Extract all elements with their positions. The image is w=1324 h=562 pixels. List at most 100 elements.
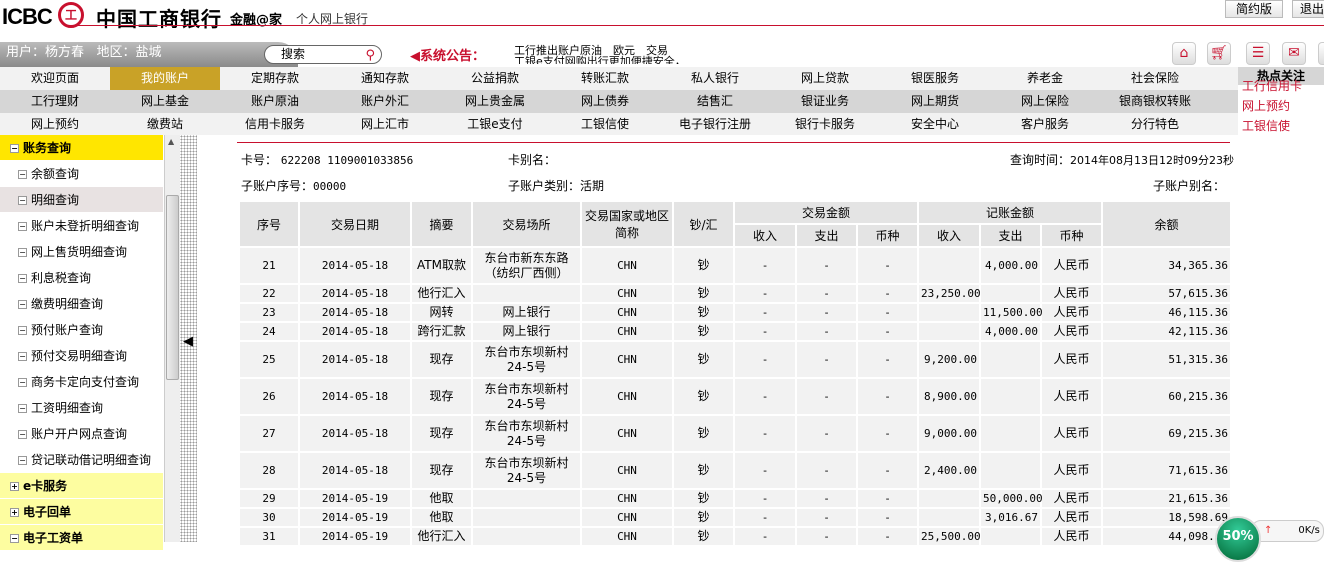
nav-item[interactable]: 安全中心 xyxy=(880,113,990,135)
sidebar-group[interactable]: + e卡服务 xyxy=(0,473,163,499)
cell-book-expense: 3,016.67 xyxy=(979,507,1043,528)
nav-item[interactable]: 银医服务 xyxy=(880,67,990,90)
sidebar-item[interactable]: − 网上售货明细查询 xyxy=(0,239,163,265)
hot-link[interactable]: 网上预约 xyxy=(1238,96,1324,116)
nav-item[interactable]: 缴费站 xyxy=(110,113,220,135)
nav-item[interactable]: 定期存款 xyxy=(220,67,330,90)
nav-item[interactable]: 公益捐款 xyxy=(440,67,550,90)
nav-item[interactable]: 工行理财 xyxy=(0,90,110,113)
nav-item[interactable]: 银行卡服务 xyxy=(770,113,880,135)
sidebar-item[interactable]: − 缴费明细查询 xyxy=(0,291,163,317)
nav-item[interactable]: 社会保险 xyxy=(1100,67,1210,90)
nav-item[interactable]: 私人银行 xyxy=(660,67,770,90)
cell-summary: 现存 xyxy=(410,340,473,379)
nav-item[interactable]: 我的账户 xyxy=(110,67,220,90)
cell-book-income: 23,250.00 xyxy=(917,283,982,304)
nav-item[interactable]: 网上基金 xyxy=(110,90,220,113)
more-icon[interactable]: • xyxy=(1318,42,1324,65)
sidebar-item[interactable]: − 明细查询 xyxy=(0,187,163,213)
nav-item[interactable]: 转账汇款 xyxy=(550,67,660,90)
nav-item[interactable]: 账户原油 xyxy=(220,90,330,113)
nav-item[interactable]: 银商银权转账 xyxy=(1100,90,1210,113)
network-widget[interactable]: ↑ 0K/s 50% xyxy=(1215,516,1324,562)
cell-seq: 31 xyxy=(238,526,300,547)
cell-cash: 钞 xyxy=(672,451,735,490)
sidebar-item[interactable]: − 工资明细查询 xyxy=(0,395,163,421)
sidebar-item-label: 贷记联动借记明细查询 xyxy=(31,453,152,467)
sidebar-item[interactable]: − 预付账户查询 xyxy=(0,317,163,343)
sidebar-group-label: 电子回单 xyxy=(23,505,72,519)
cell-book-income xyxy=(917,507,982,528)
expand-icon[interactable]: + xyxy=(10,508,19,517)
scroll-up-icon[interactable]: ▲ xyxy=(168,137,174,146)
sidebar-group-account-query[interactable]: − 账务查询 xyxy=(0,135,163,161)
nav-item[interactable]: 网上期货 xyxy=(880,90,990,113)
cell-balance: 18,598.69 xyxy=(1101,507,1233,528)
search-icon[interactable]: ⚲ xyxy=(365,47,375,64)
notice-line[interactable]: 工银e支付网购出行更加便捷安全， xyxy=(514,56,714,64)
nav-item[interactable]: 欢迎页面 xyxy=(0,67,110,90)
nav-item[interactable]: 分行特色 xyxy=(1100,113,1210,135)
sidebar-item[interactable]: − 账户开户网点查询 xyxy=(0,421,163,447)
collapse-sidebar-icon[interactable]: ◀ xyxy=(183,334,193,349)
scrollbar-thumb[interactable] xyxy=(166,195,179,380)
nav-item[interactable]: 电子银行注册 xyxy=(660,113,770,135)
cell-date: 2014-05-18 xyxy=(298,451,412,490)
nav-item[interactable]: 银证业务 xyxy=(770,90,880,113)
item-bullet-icon: − xyxy=(18,274,27,283)
sidebar-item[interactable]: − 利息税查询 xyxy=(0,265,163,291)
nav-item[interactable]: 工银信使 xyxy=(550,113,660,135)
download-mail-icon[interactable]: ✉ xyxy=(1282,42,1306,65)
nav-item[interactable]: 客户服务 xyxy=(990,113,1100,135)
cell-txn-income: - xyxy=(733,246,797,285)
cart-icon[interactable]: 🛒︎ xyxy=(1207,42,1231,65)
nav-item[interactable]: 工银e支付 xyxy=(440,113,550,135)
sidebar-item[interactable]: − 余额查询 xyxy=(0,161,163,187)
cell-book-income xyxy=(917,302,982,323)
sidebar-group[interactable]: + 电子回单 xyxy=(0,499,163,525)
collapse-icon[interactable]: − xyxy=(10,144,19,153)
cell-place: 东台市东坝新村24-5号 xyxy=(471,451,582,490)
sidebar-group[interactable]: − 电子工资单 xyxy=(0,525,163,551)
sidebar-item[interactable]: − 商务卡定向支付查询 xyxy=(0,369,163,395)
hot-link[interactable]: 工银信使 xyxy=(1238,116,1324,136)
cell-country: CHN xyxy=(580,377,674,416)
cell-balance: 44,098.69 xyxy=(1101,526,1233,547)
hot-link[interactable]: 工行信用卡 xyxy=(1238,76,1324,96)
cell-date: 2014-05-18 xyxy=(298,302,412,323)
simple-version-button[interactable]: 简约版 xyxy=(1225,0,1283,18)
expand-icon[interactable]: + xyxy=(10,482,19,491)
home-icon[interactable]: ⌂ xyxy=(1172,42,1196,65)
nav-item[interactable]: 网上汇市 xyxy=(330,113,440,135)
notice-marquee[interactable]: 工行推出账户原油 欧元 交易 工银e支付网购出行更加便捷安全， xyxy=(514,42,714,64)
nav-item[interactable]: 网上保险 xyxy=(990,90,1100,113)
cell-seq: 27 xyxy=(238,414,300,453)
icbc-logo: ICBC xyxy=(2,4,53,29)
col-book-currency: 币种 xyxy=(1040,223,1104,248)
cell-summary: 现存 xyxy=(410,414,473,453)
nav-item[interactable]: 网上预约 xyxy=(0,113,110,135)
nav-item[interactable]: 养老金 xyxy=(990,67,1100,90)
nav-item[interactable]: 网上债券 xyxy=(550,90,660,113)
sidebar-item[interactable]: − 贷记联动借记明细查询 xyxy=(0,447,163,473)
nav-item[interactable]: 通知存款 xyxy=(330,67,440,90)
logout-button[interactable]: 退出 xyxy=(1292,0,1324,18)
cell-cash: 钞 xyxy=(672,246,735,285)
cell-cash: 钞 xyxy=(672,507,735,528)
sidebar-scrollbar[interactable]: ▲ xyxy=(164,135,180,542)
nav-item[interactable]: 信用卡服务 xyxy=(220,113,330,135)
search-input[interactable]: 搜索 ⚲ xyxy=(264,45,382,64)
cell-txn-income: - xyxy=(733,451,797,490)
item-bullet-icon: − xyxy=(18,378,27,387)
cell-txn-income: - xyxy=(733,377,797,416)
sidebar-item[interactable]: − 账户未登折明细查询 xyxy=(0,213,163,239)
nav-item[interactable]: 结售汇 xyxy=(660,90,770,113)
nav-item[interactable]: 网上贷款 xyxy=(770,67,880,90)
item-bullet-icon: − xyxy=(18,170,27,179)
cell-summary: 他行汇入 xyxy=(410,283,473,304)
contacts-icon[interactable]: ☰ xyxy=(1246,42,1270,65)
sidebar-item[interactable]: − 预付交易明细查询 xyxy=(0,343,163,369)
user-bar: 用户：杨方春 地区：盐城 xyxy=(0,42,298,67)
nav-item[interactable]: 网上贵金属 xyxy=(440,90,550,113)
nav-item[interactable]: 账户外汇 xyxy=(330,90,440,113)
